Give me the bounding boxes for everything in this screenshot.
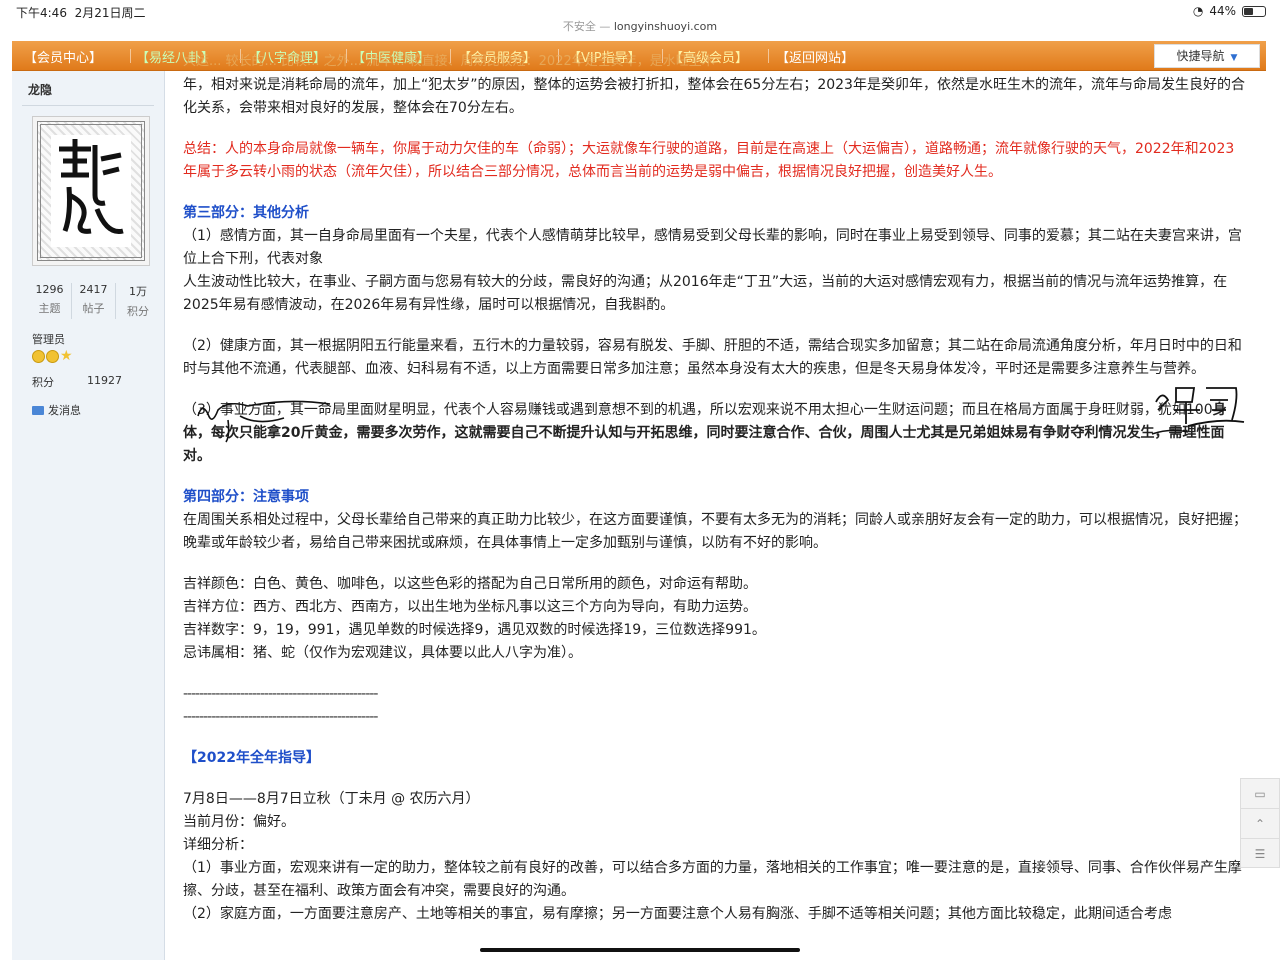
summary-paragraph: 总结：人的本身命局就像一辆车，你属于动力欠佳的车（命弱）；大运就像车行驶的道路，… [183,141,1235,180]
seal-logo [59,139,124,235]
url-bar[interactable]: 不安全 — longyinshuoyi.com [0,18,1280,40]
back-to-top-icon[interactable]: ⌃ [1241,809,1279,839]
paragraph: （1）事业方面，宏观来讲有一定的助力，整体较之前有良好的改善，可以结合多方面的力… [183,860,1242,899]
wifi-icon: ◔ [1192,4,1204,18]
paragraph: （1）感情方面，其一自身命局里面有一个夫星，代表个人感情萌芽比较早，感情易受到父… [183,228,1242,267]
divider-line: ----------------------------------------… [183,686,378,702]
comment-icon[interactable]: ▭ [1241,779,1279,809]
list-icon[interactable]: ☰ [1241,839,1279,869]
status-right: ◔ 44% [1193,4,1266,18]
handwriting-stroke [480,948,800,952]
url-domain: longyinshuoyi.com [613,20,718,33]
lucky-direction: 吉祥方位：西方、西北方、西南方，以出生地为坐标凡事以这三个方向为导向，有助力运势… [183,599,757,615]
rank-icons: ★ [32,348,73,364]
sun-icon [46,350,59,363]
paragraph: （2）健康方面，其一根据阴阳五行能量来看，五行木的力量较弱，容易有脱发、手脚、肝… [183,338,1242,377]
overlapped-text: 大运... 较长的... 比较... 之外... 流年... 较直接、周期比较短… [183,54,715,69]
month-range: 7月8日——8月7日立秋（丁未月 @ 农历六月） [183,791,480,807]
username[interactable]: 龙隐 [28,81,52,98]
avatar[interactable] [32,116,150,266]
insecure-label: 不安全 [562,20,596,33]
post-content: 年，相对来说是消耗命局的流年，加上“犯太岁”的原因，整体的运势会被打折扣，整体会… [183,74,1248,926]
lucky-number: 吉祥数字：9，19，991，遇见单数的时候选择9，遇见双数的时候选择19，三位数… [183,622,766,638]
user-role[interactable]: 管理员 [32,331,65,347]
floating-toolbar: ▭ ⌃ ☰ [1240,778,1280,868]
stat-posts[interactable]: 2417 帖子 [72,283,116,319]
user-stats: 1296 主题 2417 帖子 1万 积分 [28,283,160,319]
battery-icon [1242,5,1266,17]
section-title-part3: 第三部分：其他分析 [183,205,309,221]
paragraph: （3）事业方面，其一命局里面财星明显，代表个人容易赚钱或遇到意想不到的机遇，所以… [183,402,1227,464]
paragraph: 在周围关系相处过程中，父母长辈给自己带来的真正助力比较少，在这方面要谨慎，不要有… [183,512,1247,551]
stat-credits[interactable]: 1万 积分 [116,283,160,319]
user-sidebar: 龙隐 1296 主题 2417 帖子 1万 积分 管理员 ★ 积分 11927 … [12,71,165,960]
detail-label: 详细分析： [183,837,253,853]
paragraph: 年，相对来说是消耗命局的流年，加上“犯太岁”的原因，整体的运势会被打折扣，整体会… [183,77,1245,116]
nav-member-center[interactable]: 【会员中心】 [24,47,102,66]
divider-line: ----------------------------------------… [183,709,378,725]
lucky-color: 吉祥颜色：白色、黄色、咖啡色，以这些色彩的搭配为自己日常所用的颜色，对命运有帮助… [183,576,757,592]
battery-percent: 44% [1209,4,1236,18]
star-icon: ★ [60,348,73,364]
chevron-down-icon: ▼ [1230,53,1238,63]
quick-nav-button[interactable]: 快捷导航 ▼ [1154,44,1260,68]
credits-row: 积分 11927 [32,374,122,389]
sun-icon [32,350,45,363]
send-message-link[interactable]: 发消息 [32,402,81,418]
section-title-part4: 第四部分：注意事项 [183,489,309,505]
nav-back-site[interactable]: 【返回网站】 [776,47,854,66]
paragraph: （2）家庭方面，一方面要注意房产、土地等相关的事宜，易有摩擦；另一方面要注意个人… [183,906,1172,922]
stat-topics[interactable]: 1296 主题 [28,283,72,319]
guide-title: 【2022年全年指导】 [183,750,320,766]
current-month: 当前月份：偏好。 [183,814,295,830]
taboo-zodiac: 忌讳属相：猪、蛇（仅作为宏观建议，具体要以此人八字为准）。 [183,645,582,661]
paragraph: 人生波动性比较大，在事业、子嗣方面与您易有较大的分歧，需良好的沟通；从2016年… [183,274,1228,313]
envelope-icon [32,405,44,415]
